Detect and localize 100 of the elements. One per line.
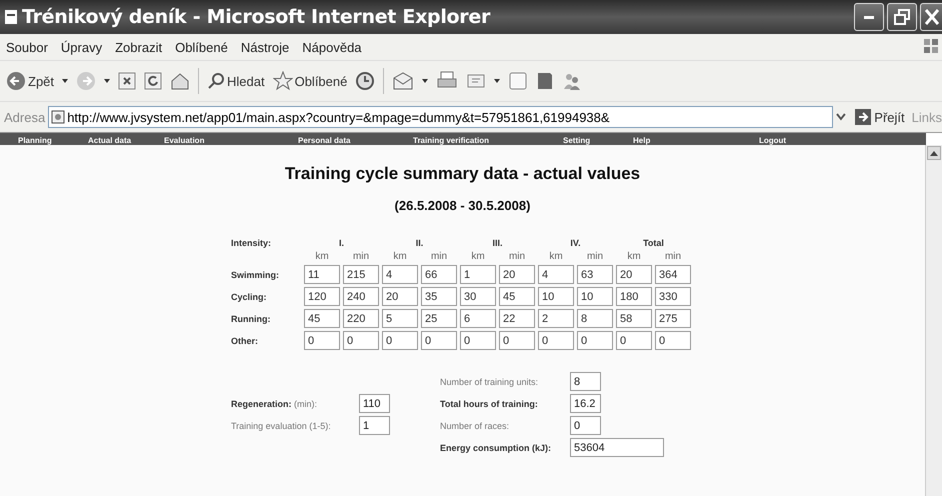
- nav-link[interactable]: Logout: [759, 136, 859, 145]
- input-field[interactable]: 1: [460, 265, 496, 284]
- book-icon[interactable]: [536, 71, 554, 91]
- people-icon[interactable]: [562, 71, 582, 91]
- go-button[interactable]: Přejít: [849, 109, 905, 125]
- column-header: I.: [338, 238, 345, 248]
- input-field[interactable]: 120: [304, 287, 340, 306]
- mail-icon[interactable]: [392, 72, 414, 90]
- edit-icon[interactable]: [466, 72, 486, 90]
- input-field[interactable]: 1: [359, 416, 390, 435]
- minimize-icon: [864, 16, 874, 18]
- input-field[interactable]: 215: [343, 265, 379, 284]
- menu-item[interactable]: Nápověda: [302, 40, 362, 54]
- input-field[interactable]: 0: [655, 331, 691, 350]
- input-field[interactable]: 240: [343, 287, 379, 306]
- input-field[interactable]: 16.2: [570, 394, 601, 413]
- input-field[interactable]: 180: [616, 287, 652, 306]
- input-field[interactable]: 220: [343, 309, 379, 328]
- scrollbar[interactable]: [925, 145, 942, 496]
- back-button[interactable]: Zpět: [6, 71, 54, 91]
- favorites-button[interactable]: Oblíbené: [272, 71, 348, 91]
- input-field[interactable]: 364: [655, 265, 691, 284]
- input-field[interactable]: 0: [538, 331, 574, 350]
- input-field[interactable]: 5: [382, 309, 418, 328]
- column-header: II.: [414, 238, 424, 248]
- input-field[interactable]: 0: [616, 331, 652, 350]
- input-field[interactable]: 0: [460, 331, 496, 350]
- input-field[interactable]: 8: [577, 309, 613, 328]
- input-field[interactable]: 11: [304, 265, 340, 284]
- input-field[interactable]: 0: [570, 416, 601, 435]
- page-icon: [51, 110, 66, 124]
- input-field[interactable]: 110: [359, 394, 390, 413]
- unit-label: km: [548, 251, 564, 262]
- input-field[interactable]: 0: [343, 331, 379, 350]
- field-label: Number of training units:: [440, 376, 540, 386]
- minimize-button[interactable]: [854, 3, 884, 31]
- input-field[interactable]: 22: [499, 309, 535, 328]
- nav-link[interactable]: Planning: [18, 136, 88, 145]
- input-field[interactable]: 45: [304, 309, 340, 328]
- field-label: Energy consumption (kJ):: [440, 442, 552, 452]
- input-field[interactable]: 4: [538, 265, 574, 284]
- nav-link[interactable]: Actual data: [88, 136, 164, 145]
- input-field[interactable]: 25: [421, 309, 457, 328]
- unit-label: km: [314, 251, 330, 262]
- input-field[interactable]: 330: [655, 287, 691, 306]
- menu-item[interactable]: Soubor: [6, 40, 48, 54]
- input-field[interactable]: 20: [499, 265, 535, 284]
- input-field[interactable]: 45: [499, 287, 535, 306]
- input-field[interactable]: 275: [655, 309, 691, 328]
- nav-link[interactable]: Help: [633, 136, 759, 145]
- stop-icon[interactable]: [118, 72, 136, 90]
- input-field[interactable]: 20: [616, 265, 652, 284]
- input-field[interactable]: 35: [421, 287, 457, 306]
- menu-item[interactable]: Nástroje: [240, 40, 290, 54]
- input-field[interactable]: 66: [421, 265, 457, 284]
- input-field[interactable]: 58: [616, 309, 652, 328]
- input-field[interactable]: 20: [382, 287, 418, 306]
- menu-item[interactable]: Úpravy: [60, 40, 102, 54]
- caret-icon: [422, 79, 428, 83]
- blank-page-icon[interactable]: [508, 71, 528, 91]
- history-icon[interactable]: [355, 71, 376, 91]
- home-icon[interactable]: [170, 72, 190, 90]
- input-field[interactable]: 0: [577, 331, 613, 350]
- refresh-icon[interactable]: [144, 72, 162, 90]
- input-field[interactable]: 10: [577, 287, 613, 306]
- input-field[interactable]: 0: [499, 331, 535, 350]
- search-button[interactable]: Hledat: [207, 72, 265, 90]
- nav-link[interactable]: Training verification: [413, 136, 563, 145]
- field-label: Regeneration: (min):: [231, 398, 318, 408]
- close-button[interactable]: [920, 3, 942, 31]
- address-label: Adresa: [4, 110, 46, 124]
- input-field[interactable]: 0: [421, 331, 457, 350]
- input-field[interactable]: 30: [460, 287, 496, 306]
- unit-label: min: [508, 251, 526, 262]
- input-field[interactable]: 0: [304, 331, 340, 350]
- go-arrow-icon: [855, 109, 872, 125]
- menu-item[interactable]: Zobrazit: [115, 40, 162, 54]
- nav-link[interactable]: Personal data: [298, 136, 413, 145]
- column-header: Total: [642, 238, 665, 248]
- restore-icon: [894, 9, 910, 25]
- nav-link[interactable]: Evaluation: [164, 136, 298, 145]
- input-field[interactable]: 53604: [570, 438, 664, 457]
- input-field[interactable]: 2: [538, 309, 574, 328]
- nav-link[interactable]: Setting: [563, 136, 633, 145]
- row-label: Swimming:: [231, 270, 280, 280]
- restore-button[interactable]: [887, 3, 917, 31]
- address-field[interactable]: http://www.jvsystem.net/app01/main.aspx?country=&mpage=dummy&t=57951861,61994938&: [48, 106, 834, 128]
- input-field[interactable]: 8: [570, 372, 601, 391]
- input-field[interactable]: 63: [577, 265, 613, 284]
- input-field[interactable]: 0: [382, 331, 418, 350]
- input-field[interactable]: 6: [460, 309, 496, 328]
- menu-item[interactable]: Oblíbené: [175, 40, 228, 54]
- date-range: (26.5.2008 - 30.5.2008): [394, 198, 530, 213]
- scroll-up-button[interactable]: [927, 146, 941, 160]
- field-label: Total hours of training:: [440, 398, 539, 408]
- window-title: Trénikový deník - Microsoft Internet Explorer: [22, 6, 490, 28]
- column-header: IV.: [569, 238, 582, 248]
- input-field[interactable]: 4: [382, 265, 418, 284]
- input-field[interactable]: 10: [538, 287, 574, 306]
- row-label: Running:: [231, 314, 272, 324]
